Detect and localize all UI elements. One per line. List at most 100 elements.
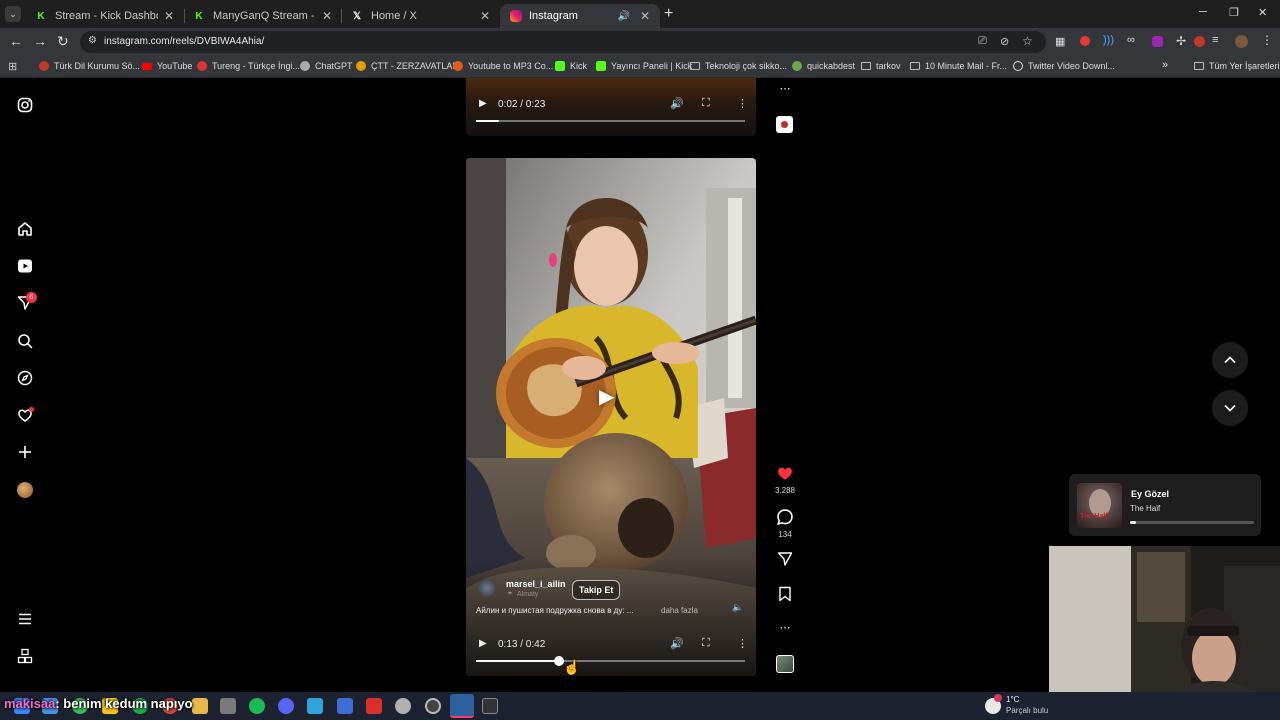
apps-icon[interactable]: ⊞ bbox=[8, 60, 17, 73]
extension-red-icon[interactable] bbox=[1080, 36, 1090, 46]
previous-reel-button[interactable] bbox=[1212, 342, 1248, 378]
comment-icon[interactable] bbox=[775, 508, 795, 530]
media-controls-icon[interactable]: ≡ bbox=[1212, 34, 1218, 46]
extension-icon[interactable]: ▦ bbox=[1055, 35, 1065, 48]
minimize-button[interactable]: ─ bbox=[1199, 6, 1207, 18]
close-icon[interactable]: ✕ bbox=[640, 9, 650, 23]
original-audio-thumbnail[interactable] bbox=[776, 655, 794, 673]
progress-track[interactable] bbox=[476, 660, 745, 662]
audio-thumbnail[interactable] bbox=[776, 116, 793, 133]
forward-icon[interactable]: → bbox=[33, 33, 47, 49]
reload-icon[interactable]: ↻ bbox=[57, 33, 69, 50]
bookmark-kick[interactable]: Kick bbox=[555, 61, 587, 71]
new-tab-button[interactable]: + bbox=[664, 6, 673, 22]
more-options-icon[interactable]: ⋮ bbox=[737, 97, 748, 110]
extensions-puzzle-icon[interactable]: ✢ bbox=[1176, 34, 1186, 48]
tab-search-button[interactable]: ⌄ bbox=[5, 6, 21, 22]
comment-count[interactable]: 134 bbox=[765, 530, 805, 539]
tab-home-x[interactable]: 𝕏 Home / X ✕ bbox=[340, 4, 500, 28]
bookmark-10-minute-mail[interactable]: 10 Minute Mail - Fr... bbox=[910, 61, 1007, 71]
progress-track[interactable] bbox=[476, 120, 745, 122]
like-icon[interactable] bbox=[775, 464, 795, 486]
bookmark-folder-tarkov[interactable]: tarkov bbox=[861, 61, 901, 71]
mute-icon[interactable]: 🔈 bbox=[732, 602, 743, 613]
discord-icon[interactable] bbox=[278, 698, 294, 714]
acrobat-icon[interactable] bbox=[366, 698, 382, 714]
star-icon[interactable]: ☆ bbox=[1022, 34, 1033, 48]
fullscreen-icon[interactable]: ⛶ bbox=[702, 637, 710, 650]
back-icon[interactable]: ← bbox=[9, 33, 23, 49]
more-options-icon[interactable]: ⋯ bbox=[775, 82, 795, 95]
play-overlay-icon[interactable]: ▶ bbox=[599, 384, 614, 409]
like-count[interactable]: 3.288 bbox=[765, 486, 805, 495]
app-icon[interactable] bbox=[337, 698, 353, 714]
explore-icon[interactable] bbox=[16, 369, 34, 387]
follow-button[interactable]: Takip Et bbox=[572, 580, 621, 600]
eye-off-icon[interactable]: ⊘ bbox=[1000, 35, 1009, 48]
volume-icon[interactable]: 🔊 bbox=[670, 637, 684, 650]
app-icon-active[interactable] bbox=[450, 694, 474, 718]
also-from-meta-icon[interactable] bbox=[16, 647, 34, 665]
site-info-icon[interactable]: ⚙ bbox=[88, 35, 97, 46]
bookmark-ctt[interactable]: ÇTT - ZERZAVATLAR bbox=[356, 61, 459, 71]
address-bar[interactable]: ⚙ instagram.com/reels/DVBIWA4Ahia/ ⎚ ⊘ ☆ bbox=[80, 31, 1046, 53]
close-window-button[interactable]: ✕ bbox=[1258, 6, 1267, 19]
tab-instagram[interactable]: Instagram 🔊 ✕ bbox=[500, 4, 660, 28]
more-options-icon[interactable]: ⋯ bbox=[775, 621, 795, 634]
maximize-button[interactable]: ❐ bbox=[1229, 6, 1239, 19]
app-icon[interactable] bbox=[220, 698, 236, 714]
bookmarks-more-button[interactable]: » bbox=[1162, 59, 1168, 71]
profile-avatar[interactable] bbox=[16, 481, 34, 499]
url-text[interactable]: instagram.com/reels/DVBIWA4Ahia/ bbox=[104, 36, 264, 47]
instagram-logo-icon[interactable] bbox=[16, 96, 34, 114]
close-icon[interactable]: ✕ bbox=[322, 9, 332, 23]
current-reel-video[interactable]: ▶ marsel_i_ailin Almaty ⌖ Takip Et Айлин… bbox=[466, 158, 756, 676]
play-icon[interactable]: ▶ bbox=[479, 638, 487, 649]
bookmark-twitter-video[interactable]: Twitter Video Downl... bbox=[1013, 61, 1115, 71]
spotify-icon[interactable] bbox=[249, 698, 265, 714]
author-avatar[interactable] bbox=[478, 579, 496, 597]
next-reel-button[interactable] bbox=[1212, 390, 1248, 426]
extension-purple-icon[interactable] bbox=[1152, 36, 1163, 47]
obs-icon[interactable] bbox=[425, 698, 441, 714]
bookmark-tureng[interactable]: Tureng - Türkçe İngi... bbox=[197, 61, 300, 71]
more-menu-icon[interactable] bbox=[16, 610, 34, 628]
close-icon[interactable]: ✕ bbox=[164, 9, 174, 23]
avatar[interactable] bbox=[1235, 35, 1248, 48]
speaker-icon[interactable]: 🔊 bbox=[617, 11, 629, 22]
app-icon[interactable] bbox=[395, 698, 411, 714]
previous-reel[interactable]: ▶ 0:02 / 0:23 🔊 ⛶ ⋮ bbox=[466, 78, 756, 136]
bookmark-quickabdest[interactable]: quickabdest bbox=[792, 61, 855, 71]
bookmark-youtube[interactable]: YouTube bbox=[142, 61, 192, 71]
share-icon[interactable] bbox=[775, 551, 795, 571]
install-app-icon[interactable]: ⎚ bbox=[978, 35, 987, 48]
caption-more-link[interactable]: daha fazla bbox=[661, 606, 698, 615]
terminal-icon[interactable] bbox=[482, 698, 498, 714]
bookmark-yt-mp3[interactable]: Youtube to MP3 Co... bbox=[453, 61, 553, 71]
extension-wave-icon[interactable]: ))) bbox=[1103, 34, 1114, 46]
bookmark-yayinci-paneli[interactable]: Yayıncı Paneli | Kick bbox=[596, 61, 692, 71]
profile-extension-icon[interactable] bbox=[1194, 36, 1205, 47]
tab-kick-dashboard[interactable]: K Stream - Kick Dashboard ✕ bbox=[24, 4, 184, 28]
volume-icon[interactable]: 🔊 bbox=[670, 97, 684, 110]
extension-glasses-icon[interactable]: ∞ bbox=[1127, 34, 1135, 46]
bookmark-tdk[interactable]: Türk Dil Kurumu Sö... bbox=[39, 61, 140, 71]
folder-icon[interactable] bbox=[192, 698, 208, 714]
play-icon[interactable]: ▶ bbox=[479, 98, 487, 109]
fullscreen-icon[interactable]: ⛶ bbox=[702, 97, 710, 110]
menu-icon[interactable]: ⋮ bbox=[1261, 33, 1273, 47]
bookmark-chatgpt[interactable]: ChatGPT bbox=[300, 61, 353, 71]
close-icon[interactable]: ✕ bbox=[480, 9, 490, 23]
more-options-icon[interactable]: ⋮ bbox=[737, 637, 748, 650]
save-bookmark-icon[interactable] bbox=[775, 586, 795, 606]
tab-manyganq-stream[interactable]: K ManyGanQ Stream - Watch Live ✕ bbox=[182, 4, 342, 28]
location-label[interactable]: Almaty bbox=[517, 591, 538, 598]
reels-icon[interactable] bbox=[16, 257, 34, 275]
author-username[interactable]: marsel_i_ailin bbox=[506, 579, 566, 589]
create-icon[interactable] bbox=[16, 443, 34, 461]
home-icon[interactable] bbox=[16, 220, 34, 238]
bookmark-folder-teknoloji[interactable]: Teknoloji çok sikko... bbox=[690, 61, 787, 71]
now-playing-widget[interactable]: The Half Ey Gözel The Half bbox=[1069, 474, 1261, 536]
app-icon[interactable] bbox=[307, 698, 323, 714]
search-icon[interactable] bbox=[16, 332, 34, 350]
